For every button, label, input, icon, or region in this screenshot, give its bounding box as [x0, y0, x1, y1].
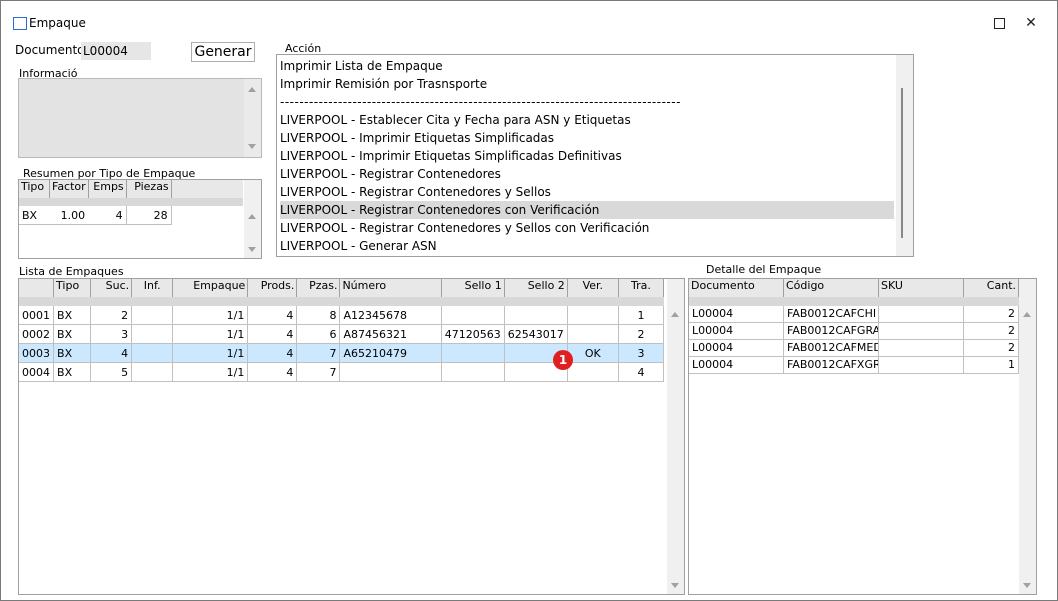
informacion-textarea[interactable]: [18, 78, 262, 158]
window-app-icon: [13, 17, 27, 30]
col-inf[interactable]: Inf.: [131, 279, 174, 297]
col-tra[interactable]: Tra.: [618, 279, 665, 297]
maximize-icon: [993, 18, 1005, 29]
empaque-window: Empaque ✕ Documento: L00004 Generar Info…: [0, 0, 1058, 601]
window-title: Empaque: [29, 16, 86, 30]
table-row[interactable]: 0001 BX 2 1/1 4 8 A12345678 1: [19, 306, 665, 325]
col-tipo[interactable]: Tipo: [53, 279, 92, 297]
table-row[interactable]: L00004 FAB0012CAFGRA 2: [689, 322, 1019, 340]
col-pzas[interactable]: Pzas.: [296, 279, 341, 297]
lista-scrollbar[interactable]: [667, 279, 684, 594]
detalle-grid[interactable]: Documento Código SKU Cant. L00004 FAB001…: [688, 278, 1037, 595]
col-numero[interactable]: Número: [339, 279, 442, 297]
lista-label: Lista de Empaques: [19, 265, 124, 278]
scroll-up-icon: [671, 312, 679, 317]
detalle-label: Detalle del Empaque: [706, 263, 822, 276]
col-emps[interactable]: Emps: [88, 180, 127, 198]
scroll-up-icon: [248, 214, 256, 219]
list-item[interactable]: LIVERPOOL - Imprimir Etiquetas Simplific…: [280, 129, 894, 147]
col-factor[interactable]: Factor: [49, 180, 89, 198]
resumen-scrollbar[interactable]: [244, 180, 261, 258]
list-item[interactable]: LIVERPOOL - Imprimir Etiquetas Simplific…: [280, 147, 894, 165]
generar-button[interactable]: Generar: [191, 42, 255, 62]
table-row[interactable]: BX 1.00 4 28: [19, 206, 243, 225]
scroll-down-icon: [1023, 583, 1031, 588]
table-row[interactable]: 0002 BX 3 1/1 4 6 A87456321 47120563 625…: [19, 324, 665, 344]
accion-scrollbar[interactable]: [896, 55, 913, 256]
list-item-selected[interactable]: LIVERPOOL - Registrar Contenedores con V…: [280, 201, 894, 219]
list-item[interactable]: LIVERPOOL - Establecer Cita y Fecha para…: [280, 111, 894, 129]
close-icon: ✕: [1025, 15, 1037, 31]
close-button[interactable]: ✕: [1021, 14, 1041, 32]
list-item[interactable]: LIVERPOOL - Registrar Contenedores y Sel…: [280, 219, 894, 237]
col-documento[interactable]: Documento: [689, 279, 784, 297]
scroll-down-icon: [671, 583, 679, 588]
resumen-table: Tipo Factor Emps Piezas BX 1.00 4 28: [19, 180, 243, 225]
table-row[interactable]: L00004 FAB0012CAFCHI 2: [689, 306, 1019, 323]
annotation-badge: 1: [553, 350, 573, 370]
list-item[interactable]: LIVERPOOL - Registrar Contenedores: [280, 165, 894, 183]
col-ver[interactable]: Ver.: [567, 279, 619, 297]
col-tipo[interactable]: Tipo: [19, 180, 50, 198]
scrollbar-thumb[interactable]: [901, 88, 903, 238]
table-row[interactable]: L00004 FAB0012CAFMED 2: [689, 339, 1019, 357]
maximize-button[interactable]: [989, 14, 1009, 32]
list-item[interactable]: LIVERPOOL - Registrar Contenedores y Sel…: [280, 183, 894, 201]
resumen-grid[interactable]: Tipo Factor Emps Piezas BX 1.00 4 28: [18, 179, 262, 259]
list-item[interactable]: Imprimir Remisión por Trasnsporte: [280, 75, 894, 93]
list-separator: ----------------------------------------…: [280, 95, 681, 109]
col-sku[interactable]: SKU: [878, 279, 964, 297]
col-suc[interactable]: Suc.: [90, 279, 133, 297]
col-sello2[interactable]: Sello 2: [504, 279, 568, 297]
scroll-down-icon: [248, 247, 256, 252]
col-piezas[interactable]: Piezas: [126, 180, 172, 198]
documento-label: Documento:: [15, 43, 89, 57]
list-item[interactable]: LIVERPOOL - Generar ASN: [280, 237, 894, 255]
documento-field[interactable]: L00004: [81, 42, 151, 60]
col-codigo[interactable]: Código: [783, 279, 879, 297]
title-bar: Empaque ✕: [1, 1, 1057, 32]
col-cant[interactable]: Cant.: [963, 279, 1019, 297]
scroll-up-icon: [248, 87, 256, 92]
col-sello1[interactable]: Sello 1: [441, 279, 505, 297]
detalle-scrollbar[interactable]: [1019, 279, 1036, 594]
lista-grid[interactable]: Tipo Suc. Inf. Empaque Prods. Pzas. Núme…: [18, 278, 685, 595]
accion-listbox[interactable]: Imprimir Lista de Empaque Imprimir Remis…: [276, 54, 914, 257]
table-row[interactable]: L00004 FAB0012CAFXGR 1: [689, 356, 1019, 374]
scroll-up-icon: [1023, 312, 1031, 317]
informacion-scrollbar[interactable]: [244, 79, 261, 157]
col-prods[interactable]: Prods.: [247, 279, 298, 297]
col-empaque[interactable]: Empaque: [172, 279, 249, 297]
list-item[interactable]: Imprimir Lista de Empaque: [280, 57, 894, 75]
detalle-table: Documento Código SKU Cant. L00004 FAB001…: [689, 279, 1019, 374]
scroll-down-icon: [248, 144, 256, 149]
